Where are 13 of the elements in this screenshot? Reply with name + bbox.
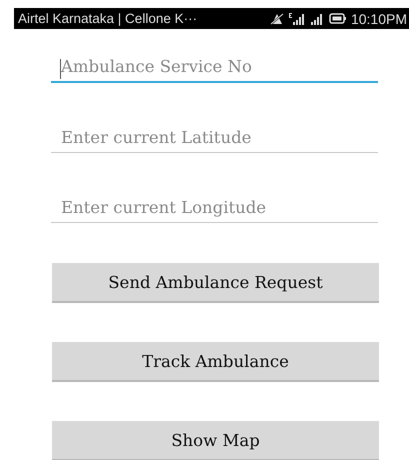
action-button[interactable]: Track Ambulance [52,342,379,382]
input-field[interactable]: Enter current Latitude [51,122,378,153]
clock: 10:10PM [350,10,407,26]
input-field[interactable]: Enter current Longitude [51,192,378,223]
action-button[interactable]: Send Ambulance Request [52,263,379,303]
input-field[interactable]: Ambulance Service No [51,51,378,83]
carrier-name: Airtel Karnataka | Cellone K··· [18,11,198,26]
text-cursor [60,59,61,79]
battery-icon [328,13,346,24]
signal-icon [310,12,324,24]
signal-icon [288,12,305,24]
action-button[interactable]: Show Map [52,421,379,460]
no-notification-icon [270,12,284,24]
